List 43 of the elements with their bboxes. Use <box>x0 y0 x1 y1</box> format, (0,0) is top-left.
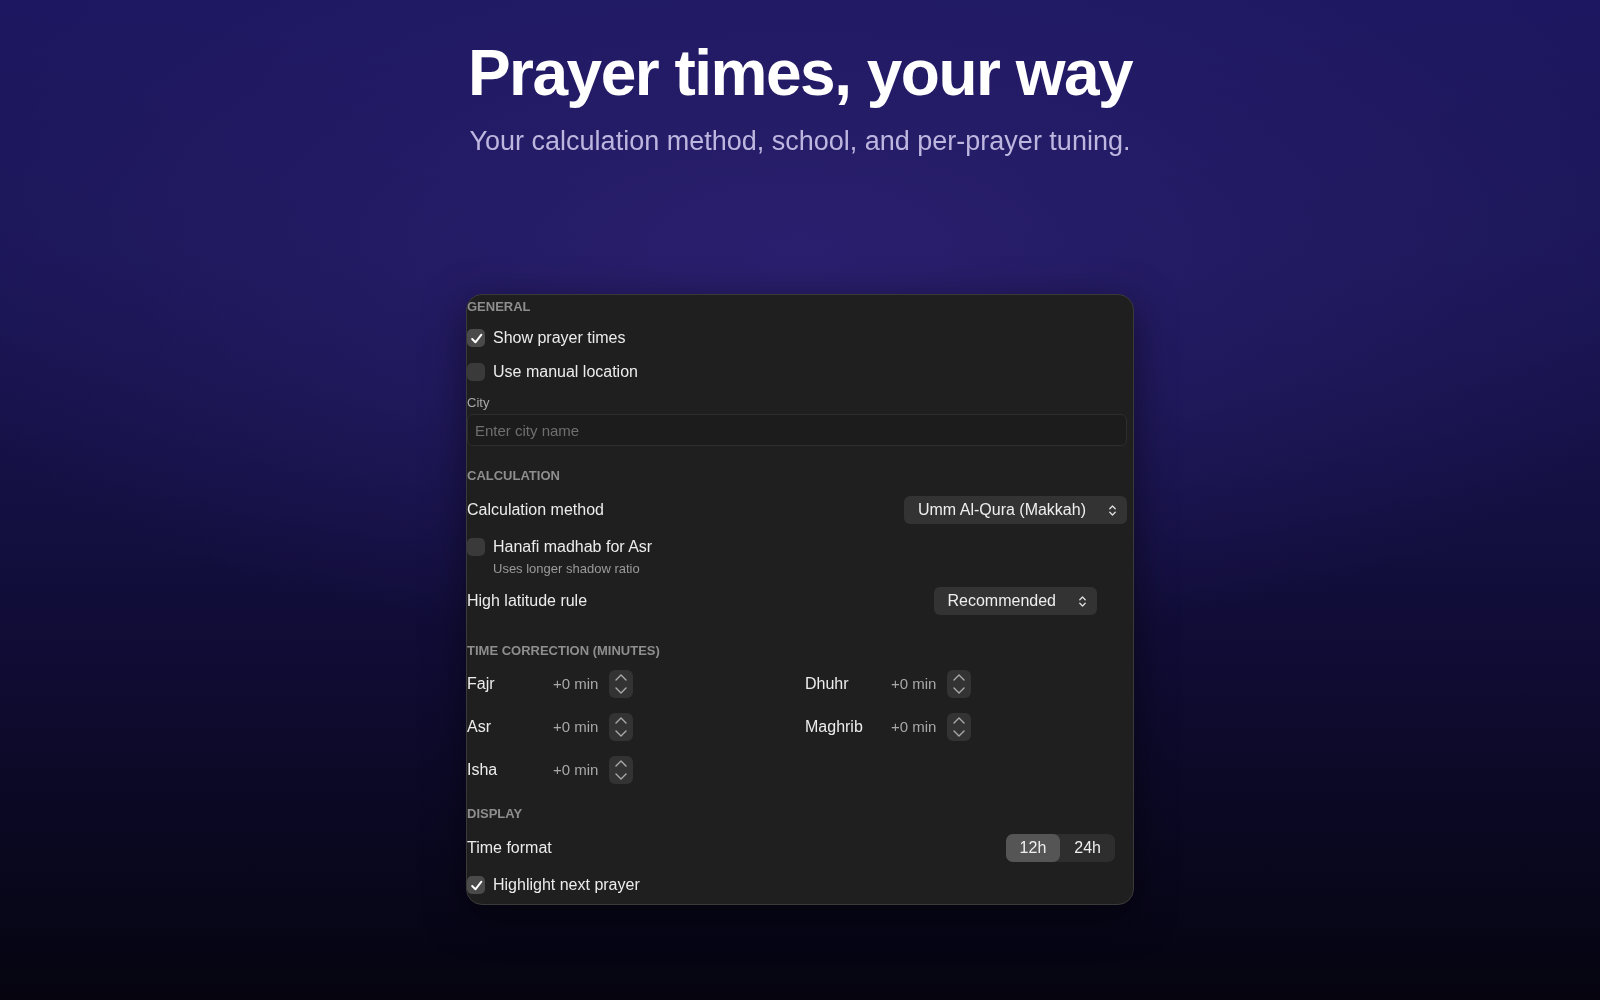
prayer-name: Isha <box>467 760 499 779</box>
section-heading: DISPLAY <box>467 806 524 821</box>
correction-value: +0 min <box>553 718 600 735</box>
checkbox-hint: Uses longer shadow ratio <box>493 561 641 576</box>
page-title: Prayer times, your way <box>467 36 1133 110</box>
section-heading: CALCULATION <box>467 468 561 483</box>
dropdown[interactable]: Recommended <box>933 587 1097 615</box>
section-heading: GENERAL <box>467 299 532 314</box>
checkbox-label: Show prayer times <box>493 329 626 347</box>
stepper[interactable] <box>609 669 633 698</box>
prayer-name: Fajr <box>467 674 496 693</box>
checkbox-label: Use manual location <box>493 363 638 381</box>
correction-value: +0 min <box>891 718 938 735</box>
checkbox[interactable] <box>467 876 485 894</box>
section-heading: TIME CORRECTION (MINUTES) <box>467 643 661 658</box>
setting-label: Calculation method <box>467 501 604 519</box>
checkmark-icon <box>469 331 483 345</box>
correction-value: +0 min <box>553 675 600 692</box>
segment-option[interactable]: 24h <box>1060 834 1115 862</box>
stepper[interactable] <box>947 669 971 698</box>
page-subtitle: Your calculation method, school, and per-prayer tuning. <box>469 125 1131 158</box>
field-label: City <box>467 395 491 410</box>
stepper[interactable] <box>609 755 633 784</box>
correction-value: +0 min <box>553 761 600 778</box>
checkbox[interactable] <box>467 363 485 381</box>
correction-value: +0 min <box>891 675 938 692</box>
stepper[interactable] <box>947 712 971 741</box>
checkbox-label: Highlight next prayer <box>493 876 640 894</box>
prayer-name: Dhuhr <box>805 674 850 693</box>
city-input-field[interactable]: Enter city name <box>467 414 1127 446</box>
stepper[interactable] <box>609 712 633 741</box>
chevron-up-down-icon <box>1078 594 1087 608</box>
segment-option[interactable]: 12h <box>1005 834 1061 862</box>
checkbox-label: Hanafi madhab for Asr <box>493 538 653 556</box>
checkmark-icon <box>469 878 483 892</box>
chevron-up-down-icon <box>1108 503 1117 517</box>
setting-label: Time format <box>467 839 552 857</box>
prayer-name: Maghrib <box>805 717 864 736</box>
setting-label: High latitude rule <box>467 592 588 610</box>
prayer-name: Asr <box>467 717 492 736</box>
checkbox[interactable] <box>467 329 485 347</box>
dropdown[interactable]: Umm Al-Qura (Makkah) <box>903 496 1127 524</box>
checkbox[interactable] <box>467 538 485 556</box>
